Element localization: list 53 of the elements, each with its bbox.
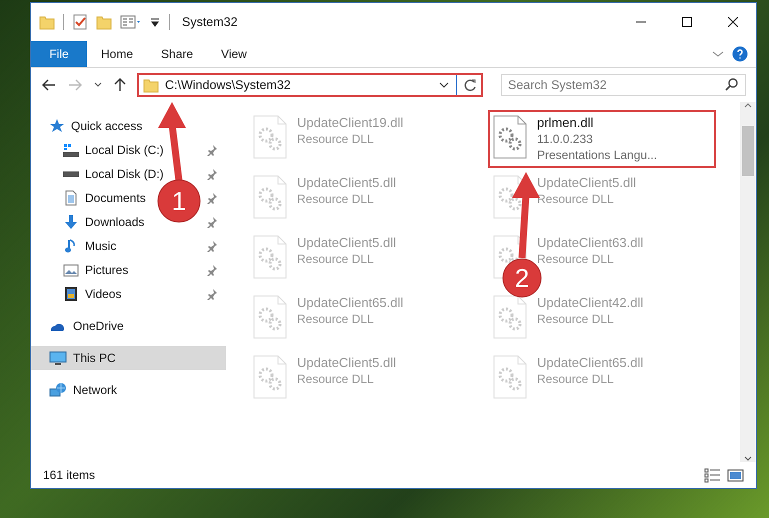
expand-ribbon-icon[interactable] (712, 49, 724, 59)
drive-icon (63, 171, 79, 177)
ribbon-tab[interactable]: View (207, 41, 261, 67)
sidebar-item[interactable]: Local Disk (C:) (31, 138, 226, 162)
monitor-icon (49, 350, 67, 366)
gear-file-icon (253, 355, 287, 399)
ribbon-tab[interactable]: File (31, 41, 87, 67)
sidebar-item[interactable]: OneDrive (31, 314, 226, 338)
sidebar-item[interactable]: Quick access (31, 114, 226, 138)
sidebar-item[interactable]: Music (31, 234, 226, 258)
step-badge: 1 (158, 180, 200, 222)
scroll-down-icon[interactable] (744, 456, 752, 462)
drive-icon (63, 144, 79, 156)
help-icon[interactable] (732, 46, 748, 62)
scroll-up-icon[interactable] (744, 102, 752, 108)
gear-file-icon (253, 115, 287, 159)
network-icon (49, 382, 67, 398)
window-title: System32 (182, 15, 239, 29)
star-icon (49, 118, 65, 134)
document-icon (63, 190, 79, 206)
ribbon-tab[interactable]: Share (147, 41, 208, 67)
ribbon-tab[interactable]: Home (87, 41, 148, 67)
maximize-icon[interactable] (682, 17, 692, 27)
scrollbar[interactable] (740, 102, 756, 462)
gear-file-icon (253, 295, 287, 339)
gear-file-icon (253, 235, 287, 279)
address-bar[interactable]: C:\Windows\System32 (137, 73, 483, 97)
sidebar-item[interactable]: This PC (31, 346, 226, 370)
large-icons-view-icon[interactable] (727, 467, 744, 483)
folder-icon (143, 77, 159, 93)
gear-file-icon (493, 295, 527, 339)
up-arrow-icon[interactable] (113, 77, 127, 93)
item-count: 161 items (43, 468, 96, 482)
search-field[interactable]: Search System32 (501, 74, 746, 96)
scroll-thumb[interactable] (742, 126, 754, 176)
gear-file-icon (493, 115, 527, 159)
sidebar-item[interactable]: Pictures (31, 258, 226, 282)
sidebar-item[interactable]: Network (31, 378, 226, 402)
picture-icon (63, 262, 79, 278)
back-arrow-icon[interactable] (41, 78, 57, 92)
search-icon (725, 78, 738, 91)
customize-caret-icon[interactable] (149, 16, 161, 28)
close-icon[interactable] (728, 17, 738, 27)
sidebar-item[interactable]: Videos (31, 282, 226, 306)
details-view-icon[interactable] (704, 467, 721, 483)
properties-icon[interactable] (120, 14, 141, 30)
film-icon (63, 286, 79, 302)
gear-file-icon (493, 355, 527, 399)
file-item[interactable]: prlmen.dll 11.0.0.233 Presentations Langu... (488, 110, 716, 168)
refresh-icon[interactable] (463, 78, 477, 92)
gear-file-icon (253, 175, 287, 219)
download-arrow-icon (63, 214, 79, 230)
checklist-icon[interactable] (72, 14, 88, 30)
